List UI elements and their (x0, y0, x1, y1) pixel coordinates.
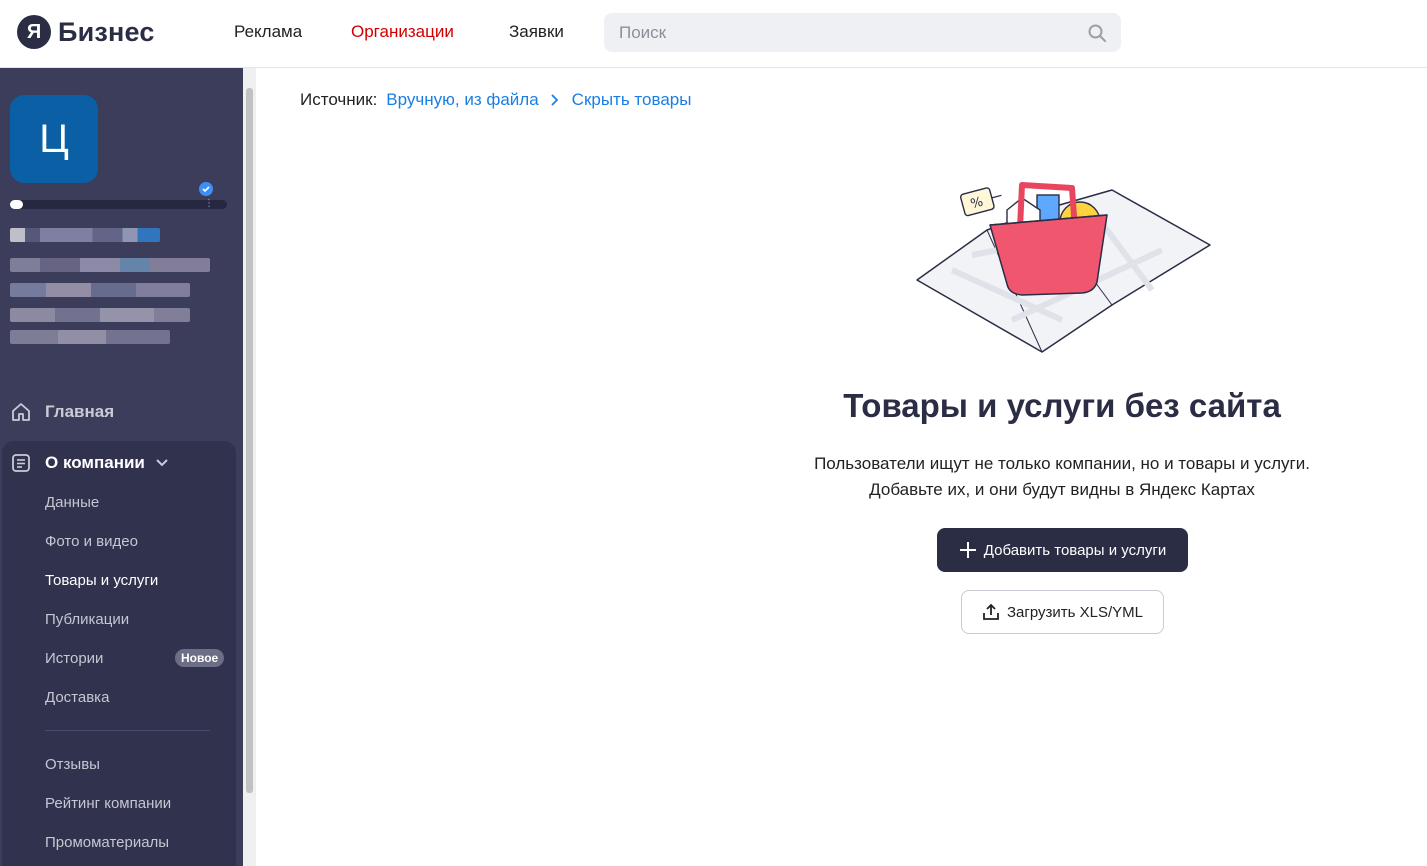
shopping-basket-illustration: % (916, 182, 1211, 353)
nav-requests-link[interactable]: Заявки (509, 22, 564, 42)
scrollbar-thumb[interactable] (246, 88, 253, 793)
hide-goods-link[interactable]: Скрыть товары (572, 90, 692, 110)
sidebar-item-data[interactable]: Данные (0, 493, 243, 511)
source-breadcrumb: Источник: Вручную, из файла Скрыть товар… (300, 90, 691, 110)
chevron-down-icon (156, 459, 168, 467)
source-label: Источник: (300, 90, 378, 109)
profile-progress-bar: ⋮ (10, 199, 227, 209)
sidebar-item-label: Истории (45, 649, 104, 667)
company-avatar[interactable]: Ц (10, 95, 98, 183)
verified-icon (199, 182, 213, 196)
sidebar-item-goods-services[interactable]: Товары и услуги (0, 571, 243, 589)
sidebar-item-home[interactable]: Главная (0, 401, 243, 423)
blurred-line (10, 228, 160, 242)
sidebar-item-label: Промоматериалы (45, 833, 170, 851)
document-icon (12, 454, 30, 472)
sidebar-item-label: Фото и видео (45, 532, 138, 550)
company-info-blurred (10, 228, 215, 353)
sidebar-item-label: Публикации (45, 610, 130, 628)
empty-state-description: Пользователи ищут не только компании, но… (700, 451, 1424, 503)
top-header: Я Бизнес Реклама Организации Заявки (0, 0, 1427, 68)
sidebar-item-label: Отзывы (45, 755, 100, 773)
new-badge: Новое (175, 649, 225, 667)
home-icon (12, 403, 30, 421)
nav-requests[interactable]: Заявки (509, 0, 564, 64)
sidebar-item-label: Данные (45, 493, 100, 511)
sidebar-item-about-company[interactable]: О компании (0, 452, 243, 474)
add-goods-label: Добавить товары и услуги (983, 541, 1167, 559)
sidebar-item-reviews[interactable]: Отзывы (0, 755, 243, 773)
blurred-line (10, 308, 190, 322)
sidebar-item-promo[interactable]: Промоматериалы (0, 833, 243, 851)
yandex-business-logo[interactable]: Я Бизнес (17, 14, 155, 50)
nav-ads[interactable]: Реклама (234, 0, 302, 64)
profile-progress-fill (10, 200, 24, 209)
yandex-logo-badge: Я (17, 15, 51, 49)
description-line: Добавьте их, и они будут видны в Яндекс … (869, 480, 1255, 499)
nav-organizations-link[interactable]: Организации (351, 22, 454, 42)
sidebar-item-label: Товары и услуги (45, 571, 159, 589)
upload-file-button[interactable]: Загрузить XLS/YML (961, 590, 1164, 634)
sidebar-item-label: Главная (45, 402, 115, 421)
blurred-line (10, 258, 210, 272)
blurred-line (10, 330, 170, 344)
sidebar-item-label: Доставка (45, 688, 110, 706)
search-input[interactable] (604, 13, 1074, 52)
upload-file-label: Загрузить XLS/YML (1006, 603, 1144, 621)
chevron-right-icon (551, 94, 558, 106)
sidebar-scrollbar[interactable] (243, 68, 256, 866)
search-icon[interactable] (1087, 23, 1107, 43)
description-line: Пользователи ищут не только компании, но… (814, 454, 1310, 473)
sidebar-item-stories[interactable]: Истории Новое (0, 649, 243, 667)
sidebar-item-label: О компании (45, 453, 145, 472)
nav-ads-link[interactable]: Реклама (234, 22, 302, 42)
sidebar: Ц ⋮ Главная О компании Данные Фото и вид… (0, 68, 243, 866)
add-goods-button[interactable]: Добавить товары и услуги (937, 528, 1188, 572)
nav-organizations[interactable]: Организации (351, 0, 454, 64)
source-link[interactable]: Вручную, из файла (386, 90, 538, 110)
sidebar-item-delivery[interactable]: Доставка (0, 688, 243, 706)
search-box (604, 13, 1121, 52)
more-icon[interactable]: ⋮ (204, 199, 214, 209)
empty-state-title: Товары и услуги без сайта (843, 387, 1281, 424)
logo-text: Бизнес (58, 16, 155, 47)
upload-icon (983, 603, 999, 620)
sidebar-item-publications[interactable]: Публикации (0, 610, 243, 628)
sidebar-item-photo-video[interactable]: Фото и видео (0, 532, 243, 550)
sidebar-item-label: Рейтинг компании (45, 794, 172, 812)
plus-icon (959, 542, 976, 558)
sidebar-item-rating[interactable]: Рейтинг компании (0, 794, 243, 812)
blurred-line (10, 283, 190, 297)
sidebar-divider (45, 730, 210, 731)
